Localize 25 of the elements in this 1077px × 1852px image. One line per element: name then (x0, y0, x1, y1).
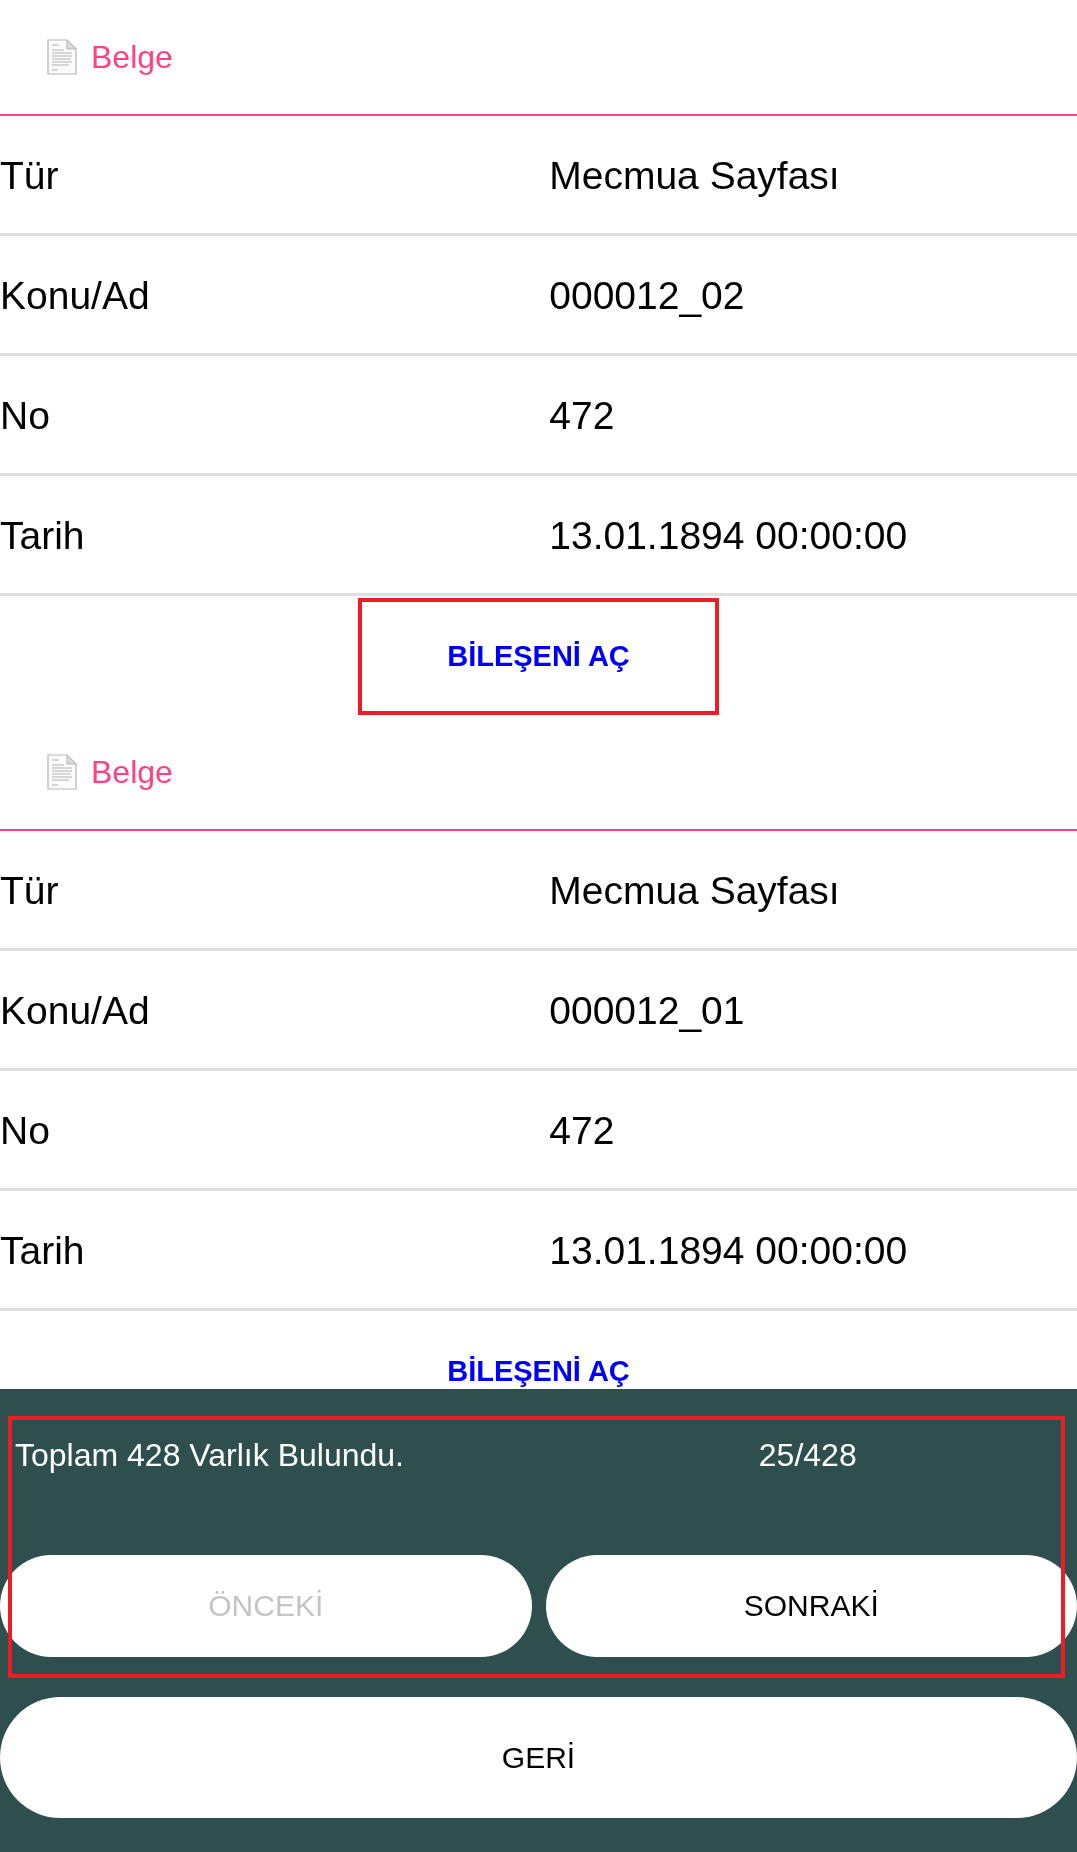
field-value: 000012_01 (549, 988, 745, 1033)
open-component-button[interactable]: BİLEŞENİ AÇ (358, 598, 719, 715)
section-title: Belge (91, 753, 173, 791)
field-label: Tarih (0, 513, 85, 558)
field-label: Tarih (0, 1228, 85, 1273)
field-label: Tür (0, 153, 59, 198)
field-value: 13.01.1894 00:00:00 (549, 513, 908, 558)
field-label: Tür (0, 868, 59, 913)
field-value: 13.01.1894 00:00:00 (549, 1228, 908, 1273)
page-counter: 25/428 (758, 1436, 857, 1474)
field-value: 472 (549, 1108, 615, 1153)
pager-button[interactable]: SONRAKİ (545, 1555, 1077, 1657)
document-icon (47, 39, 77, 75)
field-value: Mecmua Sayfası (549, 868, 840, 913)
document-icon (47, 754, 77, 790)
field-value: 472 (549, 393, 615, 438)
field-value: 000012_02 (549, 273, 745, 318)
field-label: Konu/Ad (0, 988, 150, 1033)
back-button[interactable]: GERİ (0, 1697, 1077, 1818)
field-label: Konu/Ad (0, 273, 150, 318)
result-summary: Toplam 428 Varlık Bulundu. (14, 1436, 404, 1474)
field-value: Mecmua Sayfası (549, 153, 840, 198)
field-label: No (0, 1108, 50, 1153)
section-title: Belge (91, 38, 173, 76)
field-label: No (0, 393, 50, 438)
